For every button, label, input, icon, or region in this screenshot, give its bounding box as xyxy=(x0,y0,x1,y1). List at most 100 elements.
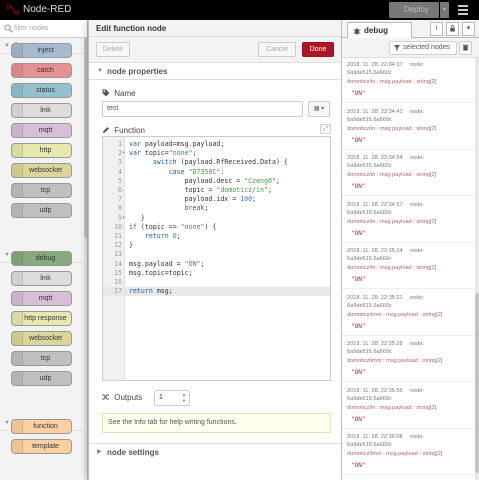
code-line[interactable]: 1 var payload=msg.payload; xyxy=(103,140,330,149)
code-line[interactable]: 3 switch (payload.RfReceived.Data) { xyxy=(103,158,330,167)
code-line[interactable]: 6 topic = "domoticz/in"; xyxy=(103,186,330,195)
code-text: var payload=msg.payload; xyxy=(129,140,225,148)
app-title: Node-RED xyxy=(23,4,72,15)
palette-node-link[interactable]: link xyxy=(11,103,72,118)
palette-node-template[interactable]: template xyxy=(11,439,72,454)
tab-debug[interactable]: debug xyxy=(347,22,412,39)
code-text: msg.payload = "ON"; xyxy=(129,259,205,268)
code-line[interactable]: 9 ▾ } xyxy=(103,213,330,223)
palette-node-websocket[interactable]: websocket xyxy=(11,163,72,178)
outputs-spinner[interactable]: 1 ▲ ▼ xyxy=(154,390,190,406)
code-text: switch (payload.RfReceived.Data) { xyxy=(152,158,288,167)
name-input[interactable]: test xyxy=(102,101,303,117)
debug-scrollbar[interactable] xyxy=(475,58,479,480)
code-line[interactable]: 15 msg.topic=topic; xyxy=(103,269,330,278)
palette-node-label: mqtt xyxy=(38,127,53,134)
node-settings-header[interactable]: ▶ node settings xyxy=(89,443,341,460)
message-node-id[interactable]: 6a9de515.6a660c xyxy=(347,349,392,355)
name-label-row: Name xyxy=(102,89,136,98)
message-node-id[interactable]: 6a9de515.6a660c xyxy=(347,256,392,262)
code-line[interactable]: 2 ▾ var topic="none"; xyxy=(103,149,330,158)
debug-message-list[interactable]: 2018. 11. 28. 22:34:37 node: 6a9de515.6a66… xyxy=(342,58,475,480)
node-icon xyxy=(12,420,23,433)
debug-message[interactable]: 2018. 11. 28. 22:35:14 node: 6a9de515.6a66… xyxy=(342,244,475,289)
function-code-editor[interactable]: 1 var payload=msg.payload; 2 ▾ var topic="no… xyxy=(102,136,331,381)
line-number: 9 xyxy=(118,213,122,222)
palette-node-websocket[interactable]: websocket xyxy=(11,331,72,346)
debug-message[interactable]: 2018. 11. 28. 22:36:08 node: 6a9de515.6a66… xyxy=(342,430,475,475)
debug-message[interactable]: 2018. 11. 28. 22:35:55 node: 6a9de515.6a66… xyxy=(342,384,475,429)
palette-node-http[interactable]: http xyxy=(11,143,72,158)
chevron-down-icon: ▼ xyxy=(4,43,10,49)
message-node-id[interactable]: 6a9de515.6a660c xyxy=(347,117,392,123)
debug-message[interactable]: 2018. 11. 28. 22:34:41 node: 6a9de515.6a66… xyxy=(342,105,475,150)
fold-arrow-icon[interactable]: ▾ xyxy=(122,214,126,223)
message-timestamp: 2018. 11. 28. 22:34:54 xyxy=(347,155,403,161)
palette-node-link[interactable]: link xyxy=(11,271,72,286)
message-node-id[interactable]: 6a9de515.6a660c xyxy=(347,70,392,76)
fold-arrow-icon[interactable]: ▾ xyxy=(122,149,126,158)
info-icon[interactable]: i xyxy=(430,22,443,36)
spinner-arrows-icon[interactable]: ▲ ▼ xyxy=(182,392,188,404)
node-properties-header[interactable]: ▼ node properties xyxy=(89,63,341,80)
palette-node-mqtt[interactable]: mqtt xyxy=(11,291,72,306)
palette-node-catch[interactable]: catch xyxy=(11,63,72,78)
debug-message[interactable]: 2018. 11. 28. 22:34:57 node: 6a9de515.6a66… xyxy=(342,198,475,243)
palette-node-debug[interactable]: debug xyxy=(11,251,72,266)
palette-search[interactable]: filter nodes xyxy=(0,20,87,38)
deploy-button[interactable]: Deploy xyxy=(389,2,439,18)
menu-icon[interactable] xyxy=(455,3,471,17)
code-line[interactable]: 11 return 0; xyxy=(103,232,330,241)
deploy-options-button[interactable]: ▾ xyxy=(440,2,449,18)
delete-button[interactable]: Delete xyxy=(96,42,130,57)
cancel-button[interactable]: Cancel xyxy=(258,42,296,57)
message-node-label: node: xyxy=(410,62,424,68)
palette-node-function[interactable]: function xyxy=(11,419,72,434)
debug-message[interactable]: 2018. 11. 28. 22:35:21 node: 6a9de515.6a66… xyxy=(342,291,475,336)
message-timestamp: 2018. 11. 28. 22:34:57 xyxy=(347,201,403,208)
palette-node-tcp[interactable]: tcp xyxy=(11,183,72,198)
code-line[interactable]: 12} xyxy=(103,241,330,250)
message-node-id[interactable]: 6a9de515.6a660c xyxy=(347,442,392,448)
palette-node-mqtt[interactable]: mqtt xyxy=(11,123,72,138)
code-line[interactable]: 4 case "D7350C": xyxy=(103,168,330,177)
function-label-row: Function xyxy=(102,126,145,135)
palette-node-udp[interactable]: udp xyxy=(11,203,72,218)
palette-node-status[interactable]: status xyxy=(11,83,72,98)
node-icon xyxy=(12,352,23,365)
lock-icon[interactable] xyxy=(446,22,459,36)
message-node-id[interactable]: 6a9de515.6a660c xyxy=(347,303,392,309)
code-line[interactable]: 16 xyxy=(103,278,330,287)
sidebar-tab-dropdown[interactable]: ▾ xyxy=(462,22,475,36)
node-icon xyxy=(12,292,23,305)
selected-nodes-filter[interactable]: selected nodes xyxy=(389,41,457,55)
trash-icon[interactable] xyxy=(459,41,472,55)
palette-node-inject[interactable]: inject xyxy=(11,43,72,58)
message-node-id[interactable]: 6a9de515.6a660c xyxy=(347,396,392,402)
palette-node-udp[interactable]: udp xyxy=(11,371,72,386)
debug-toolbar: selected nodes xyxy=(342,38,479,58)
code-line[interactable]: 5 payload.desc = "Czeng0"; xyxy=(103,177,330,186)
message-node-id[interactable]: 6a9de515.6a660c xyxy=(347,163,392,169)
node-red-logo-icon xyxy=(6,4,20,15)
line-number: 8 xyxy=(118,204,122,213)
code-line[interactable]: 17 return msg; xyxy=(103,287,330,297)
debug-message[interactable]: 2018. 11. 28. 22:35:28 node: 6a9de515.6a66… xyxy=(342,337,475,382)
message-value: "ON" xyxy=(351,229,366,237)
expand-icon[interactable]: ⤢ xyxy=(320,124,331,134)
done-button[interactable]: Done xyxy=(302,42,334,57)
palette-node-tcp[interactable]: tcp xyxy=(11,351,72,366)
message-topic: domoticz/imm : msg.payload : string[2] xyxy=(347,358,443,364)
search-input[interactable]: filter nodes xyxy=(14,25,48,32)
code-line[interactable]: 7 payload.idx = 100; xyxy=(103,195,330,204)
code-line[interactable]: 14 msg.payload = "ON"; xyxy=(103,259,330,269)
message-node-id[interactable]: 6a9de515.6a660c xyxy=(347,210,392,216)
debug-message[interactable]: 2018. 11. 28. 22:34:54 node: 6a9de515.6a66… xyxy=(342,151,475,196)
debug-message[interactable]: 2018. 11. 28. 22:34:37 node: 6a9de515.6a66… xyxy=(342,58,475,103)
palette-node-http-response[interactable]: http response xyxy=(11,311,72,326)
icon-select-button[interactable]: ▦ ▾ xyxy=(308,101,330,117)
code-line[interactable]: 13 xyxy=(103,250,330,259)
code-line[interactable]: 8 break; xyxy=(103,204,330,213)
node-icon xyxy=(12,44,23,57)
code-line[interactable]: 10 if (topic == "none") { xyxy=(103,223,330,232)
